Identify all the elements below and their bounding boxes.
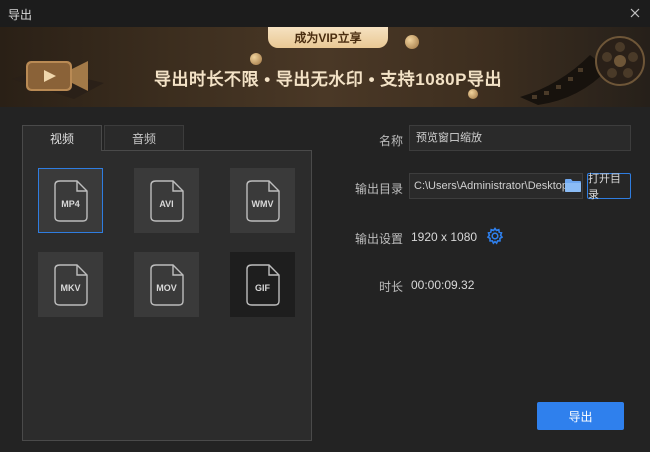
format-label: GIF [255,282,270,293]
window-title: 导出 [8,8,33,22]
file-icon: MOV [149,263,184,306]
name-label: 名称 [378,134,403,148]
format-label: MOV [156,282,177,293]
format-mkv[interactable]: MKV [38,252,103,317]
format-wmv[interactable]: WMV [230,168,295,233]
format-grid: MP4 AVI WMV MKV MOV GIF [22,150,312,441]
close-icon [630,8,640,18]
title-bar: 导出 [0,0,650,27]
close-button[interactable] [624,3,646,23]
format-label: AVI [159,198,174,209]
vip-banner[interactable]: 成为VIP立享 导出时长不限 • 导出无水印 • 支持1080P导出 [0,27,650,107]
name-input[interactable]: 预览窗口缩放 [409,125,631,151]
format-label: MP4 [61,198,80,209]
format-gif[interactable]: GIF [230,252,295,317]
format-label: WMV [251,198,274,209]
output-dir-input[interactable]: C:\Users\Administrator\Desktop\ [409,173,583,199]
coin-decoration [405,35,419,49]
format-avi[interactable]: AVI [134,168,199,233]
gear-icon[interactable] [486,227,504,245]
file-icon: AVI [149,179,184,222]
open-directory-button[interactable]: 打开目录 [587,173,631,201]
format-mov[interactable]: MOV [134,252,199,317]
banner-slogan: 导出时长不限 • 导出无水印 • 支持1080P导出 [154,70,502,89]
file-icon: MKV [53,263,88,306]
file-icon: GIF [245,263,280,306]
vip-badge: 成为VIP立享 [268,27,388,48]
format-mp4[interactable]: MP4 [38,168,103,233]
file-icon: WMV [245,179,280,222]
file-icon: MP4 [53,179,88,222]
film-reel-icon [520,36,645,105]
format-panel: 视频 音频 MP4 AVI WMV MKV MOV GIF [22,125,312,441]
output-dir-label: 输出目录 [354,182,403,196]
coin-decoration [468,89,478,99]
tab-video[interactable]: 视频 [22,125,102,151]
video-camera-icon [12,61,104,99]
output-settings-label: 输出设置 [354,232,403,246]
duration-value: 00:00:09.32 [411,278,475,292]
resolution-value: 1920 x 1080 [411,230,478,244]
export-button[interactable]: 导出 [537,402,624,430]
format-label: MKV [60,282,81,293]
coin-decoration [250,53,262,65]
duration-label: 时长 [378,280,403,294]
folder-icon[interactable] [565,178,581,192]
tab-audio[interactable]: 音频 [104,125,184,151]
